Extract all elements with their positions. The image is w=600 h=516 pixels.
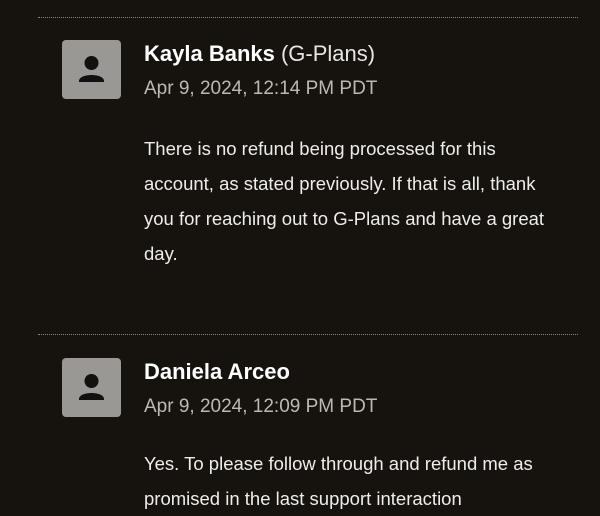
comment-body: Yes. To please follow through and refund… bbox=[144, 453, 533, 509]
author-name: Kayla Banks bbox=[144, 41, 275, 66]
user-silhouette-icon bbox=[79, 374, 104, 400]
avatar[interactable] bbox=[62, 358, 121, 417]
author-organization: (G-Plans) bbox=[280, 41, 376, 66]
author-name: Daniela Arceo bbox=[144, 359, 290, 384]
user-silhouette-icon bbox=[79, 56, 104, 82]
avatar[interactable] bbox=[62, 40, 121, 99]
comment-divider bbox=[38, 334, 578, 335]
comment-timestamp: Apr 9, 2024, 12:09 PM PDT bbox=[144, 396, 378, 417]
comment-timestamp: Apr 9, 2024, 12:14 PM PDT bbox=[144, 78, 378, 99]
comment-divider-top bbox=[38, 17, 578, 18]
comment-body: There is no refund being processed for t… bbox=[144, 138, 545, 264]
comment-author: Kayla Banks (G-Plans) bbox=[144, 41, 375, 67]
comment-author: Daniela Arceo bbox=[144, 359, 290, 385]
